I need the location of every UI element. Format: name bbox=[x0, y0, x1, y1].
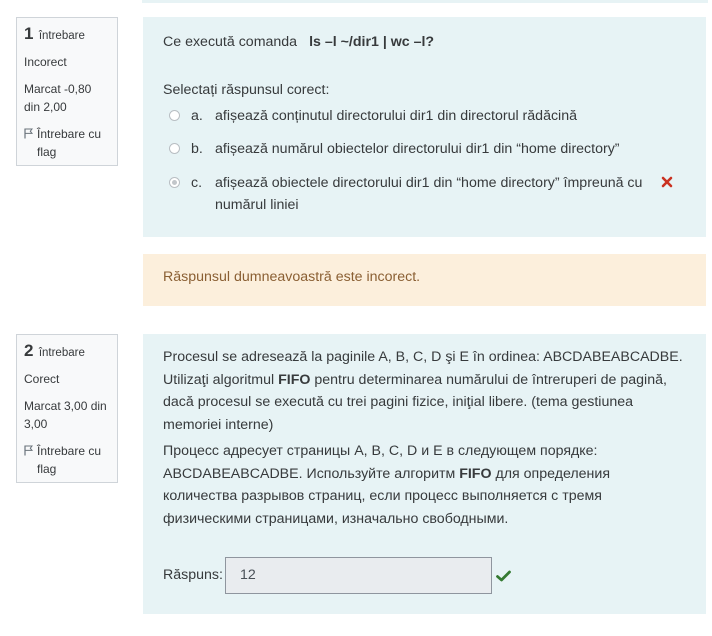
question-1-info: 1 întrebare Incorect Marcat -0,80 din 2,… bbox=[16, 17, 118, 166]
question-1-content: Ce execută comanda ls –l ~/dir1 | wc –l? … bbox=[143, 17, 706, 237]
flag-question-link[interactable]: Întrebare cu flag bbox=[24, 125, 110, 161]
x-mark-icon bbox=[661, 176, 673, 188]
radio-a[interactable] bbox=[169, 110, 180, 121]
answer-prompt: Selectați răspunsul corect: bbox=[163, 82, 330, 98]
previous-question-bottom-edge bbox=[142, 0, 708, 3]
question-2-info: 2 întrebare Corect Marcat 3,00 din 3,00 … bbox=[16, 334, 118, 483]
flag-icon bbox=[24, 128, 33, 139]
check-mark-icon bbox=[496, 570, 511, 582]
question-number: 1 întrebare bbox=[24, 24, 85, 43]
flag-icon bbox=[24, 445, 33, 456]
question-state: Corect bbox=[24, 372, 60, 386]
flag-question-link[interactable]: Întrebare cu flag bbox=[24, 442, 110, 478]
command-text: ls –l ~/dir1 | wc –l? bbox=[309, 34, 435, 50]
option-a[interactable]: a. afișează conținutul directorului dir1… bbox=[169, 105, 655, 127]
answer-input[interactable]: 12 bbox=[225, 557, 492, 594]
question-text: Ce execută comanda ls –l ~/dir1 | wc –l? bbox=[163, 34, 435, 50]
radio-c[interactable] bbox=[169, 177, 180, 188]
question-text-russian: Процесс адресует страницы A, B, C, D и E… bbox=[163, 443, 611, 527]
question-1-feedback: Răspunsul dumneavoastră este incorect. bbox=[143, 254, 706, 306]
flag-label: Întrebare cu flag bbox=[37, 444, 102, 476]
option-c[interactable]: c. afișează obiectele directorului dir1 … bbox=[169, 172, 673, 216]
answer-label: Răspuns: bbox=[163, 567, 223, 583]
question-2-content: Procesul se adresează la paginile A, B, … bbox=[143, 334, 706, 614]
question-state: Incorect bbox=[24, 55, 67, 69]
question-number: 2 întrebare bbox=[24, 341, 85, 360]
question-grade: Marcat 3,00 din 3,00 bbox=[24, 399, 107, 431]
option-b[interactable]: b. afișează numărul obiectelor directoru… bbox=[169, 138, 655, 160]
question-grade: Marcat -0,80 din 2,00 bbox=[24, 82, 92, 114]
question-text-romanian: Procesul se adresează la paginile A, B, … bbox=[163, 349, 683, 433]
flag-label: Întrebare cu flag bbox=[37, 127, 102, 159]
radio-b[interactable] bbox=[169, 143, 180, 154]
